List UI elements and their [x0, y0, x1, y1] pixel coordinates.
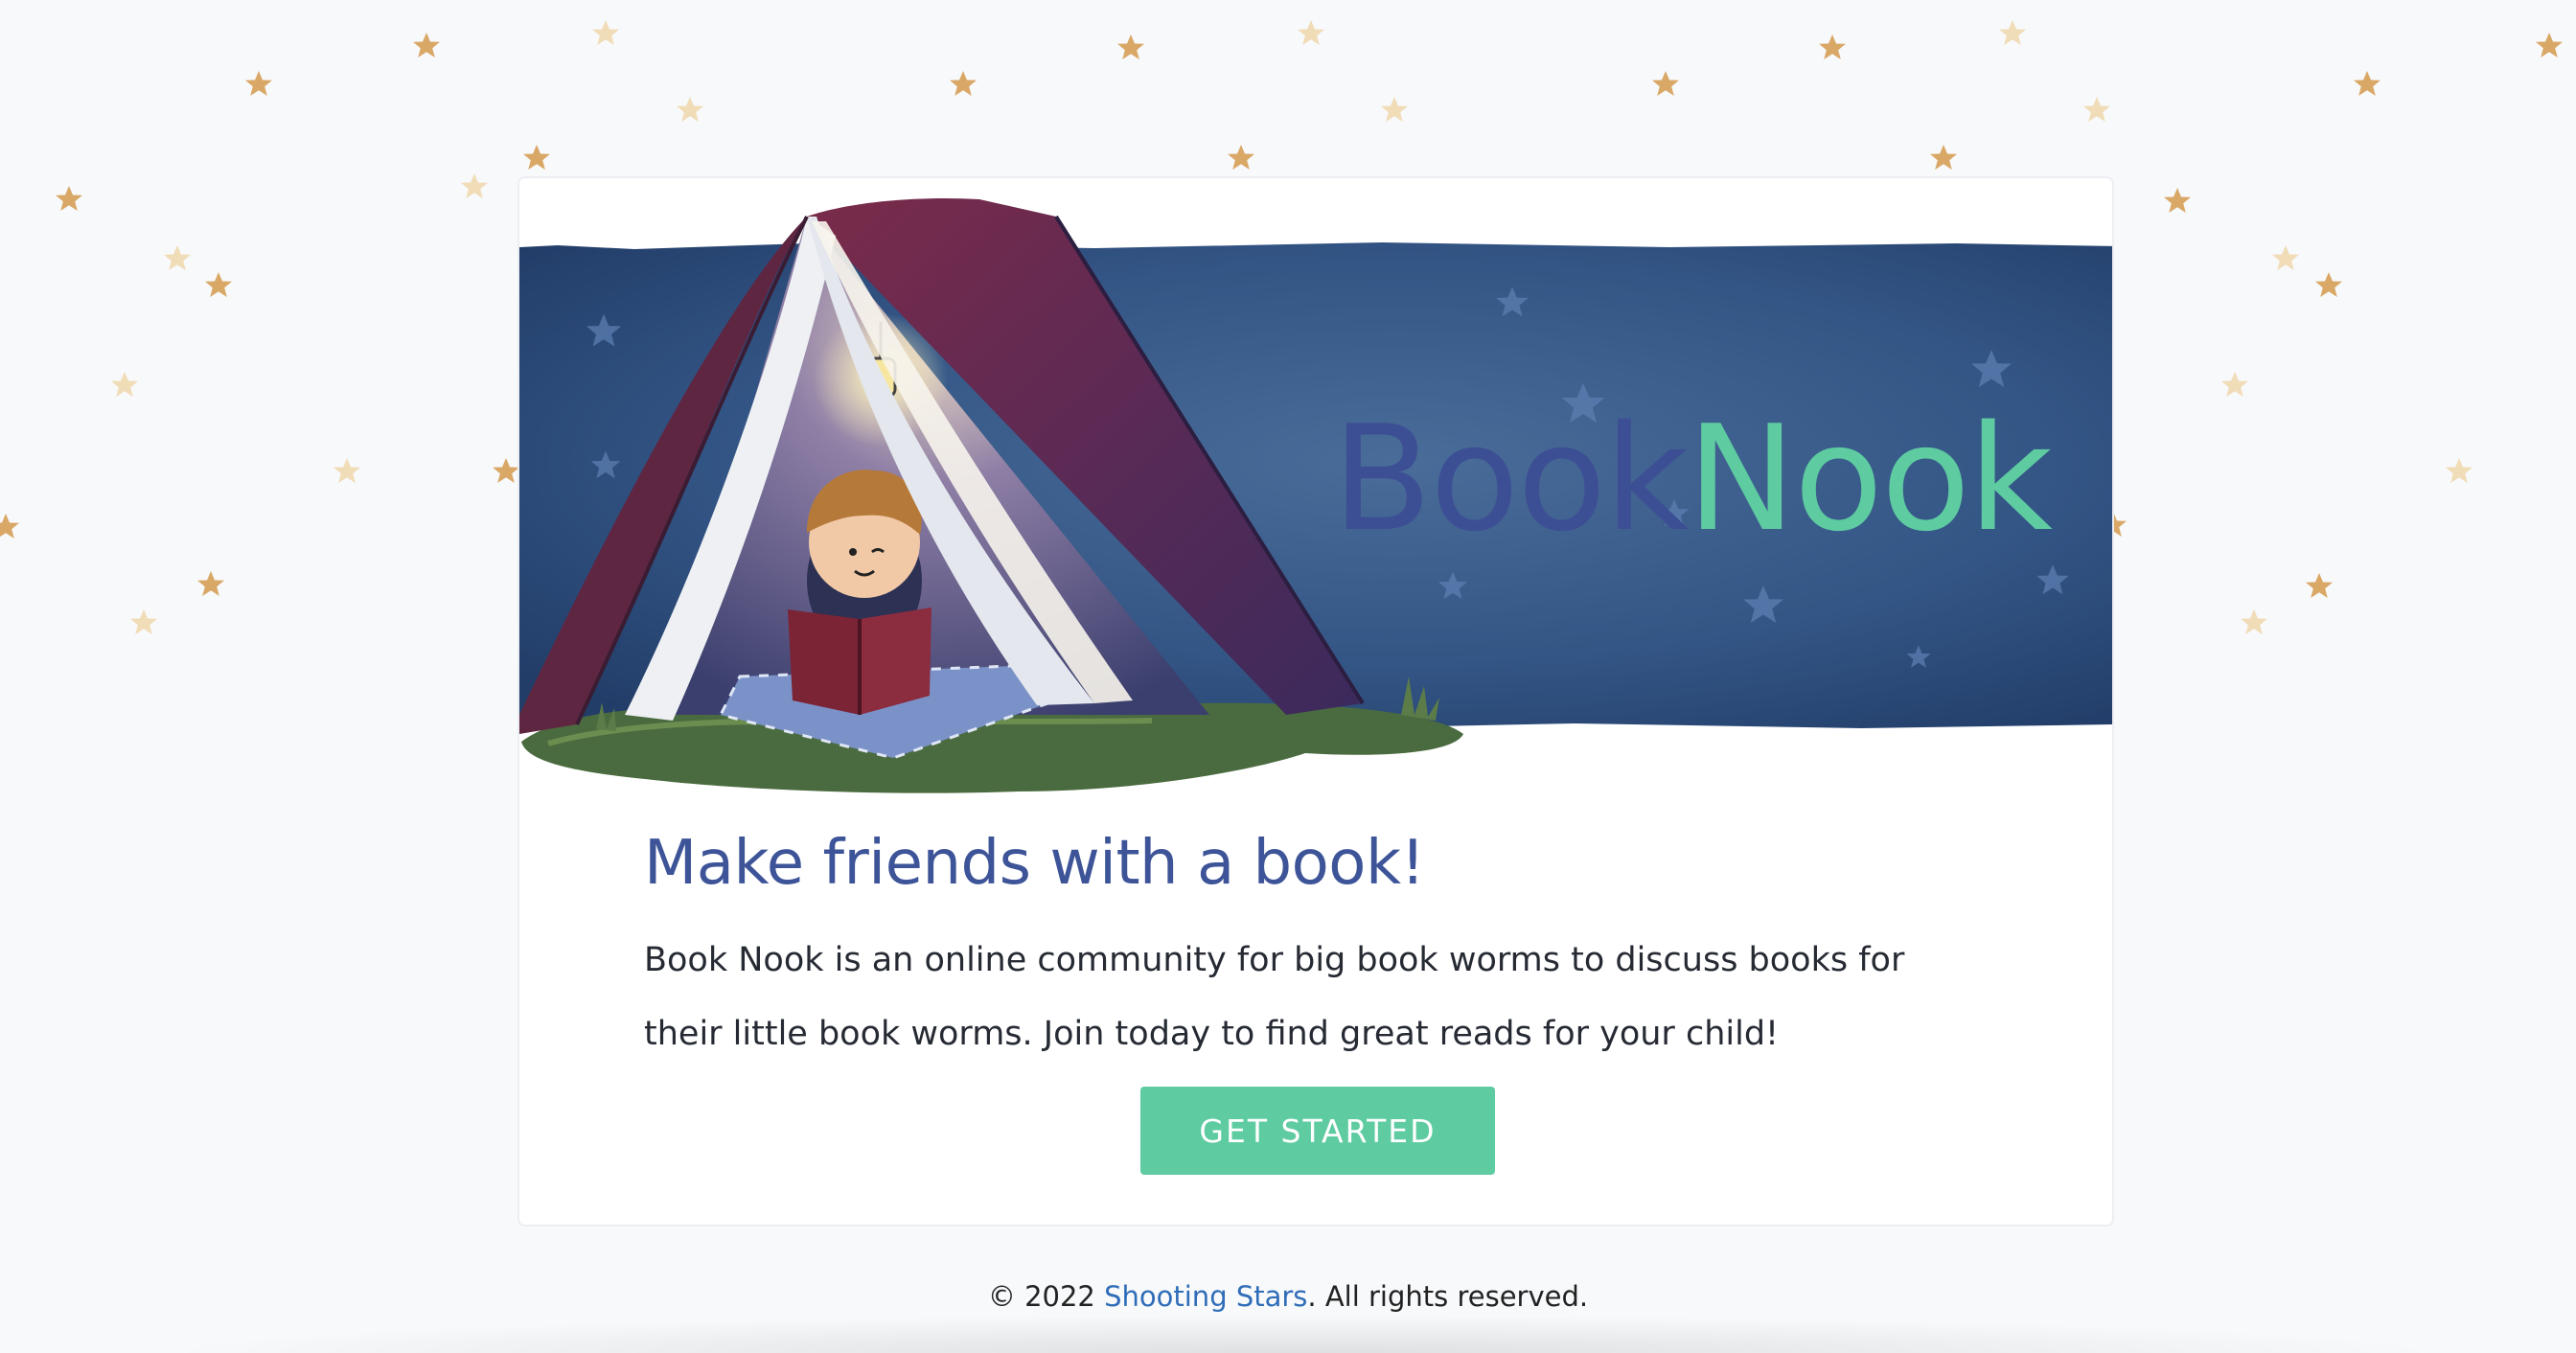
intro-description: Book Nook is an online community for big…	[644, 941, 1905, 1053]
hero-card: BookNook Make friends with a book! Book …	[518, 176, 2114, 1227]
page-title: Make friends with a book!	[644, 828, 1425, 899]
get-started-button[interactable]: GET STARTED	[1140, 1087, 1495, 1175]
brand-logo-part-book: Book	[1331, 394, 1689, 563]
brand-logo: BookNook	[1332, 406, 2053, 552]
footer: © 2022 Shooting Stars. All rights reserv…	[0, 1280, 2576, 1313]
brand-logo-part-nook: Nook	[1687, 394, 2053, 563]
footer-shadow	[153, 1315, 2453, 1353]
footer-link-shooting-stars[interactable]: Shooting Stars	[1104, 1280, 1307, 1313]
hero-banner: BookNook	[519, 178, 2112, 811]
footer-copyright: © 2022	[987, 1280, 1105, 1313]
footer-rights: . All rights reserved.	[1307, 1280, 1589, 1313]
